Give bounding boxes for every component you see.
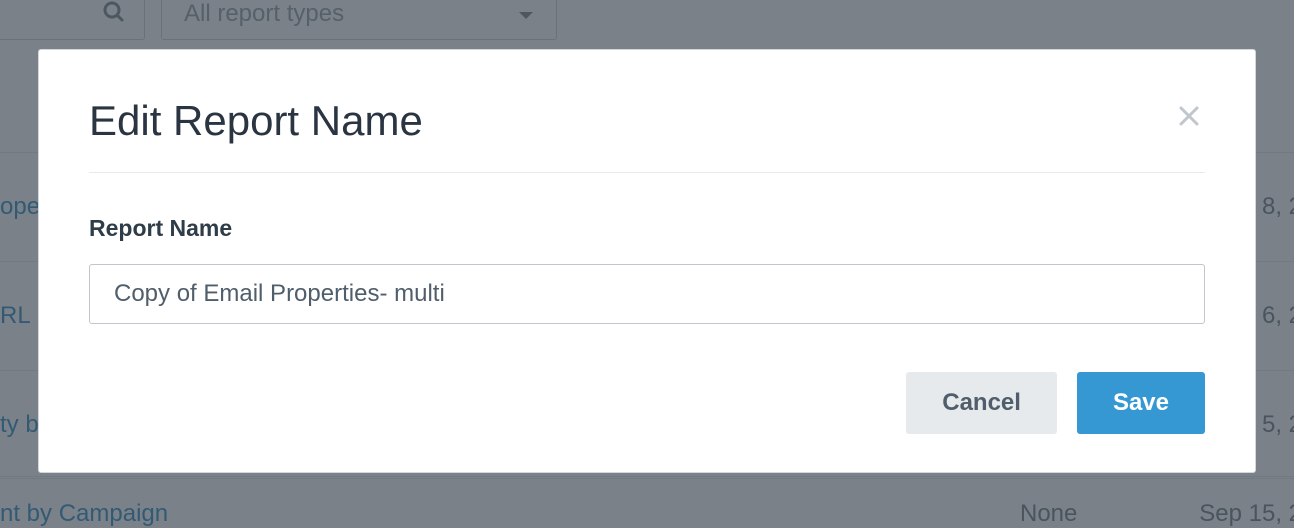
modal-header: Edit Report Name — [89, 98, 1205, 173]
close-icon — [1177, 104, 1201, 128]
modal-footer: Cancel Save — [89, 372, 1205, 434]
save-button[interactable]: Save — [1077, 372, 1205, 434]
edit-report-name-modal: Edit Report Name Report Name Cancel Save — [38, 49, 1256, 473]
close-button[interactable] — [1173, 100, 1205, 132]
modal-title: Edit Report Name — [89, 98, 423, 144]
report-name-field-group: Report Name — [89, 215, 1205, 324]
report-name-input[interactable] — [89, 264, 1205, 324]
cancel-button[interactable]: Cancel — [906, 372, 1057, 434]
report-name-label: Report Name — [89, 215, 1205, 242]
